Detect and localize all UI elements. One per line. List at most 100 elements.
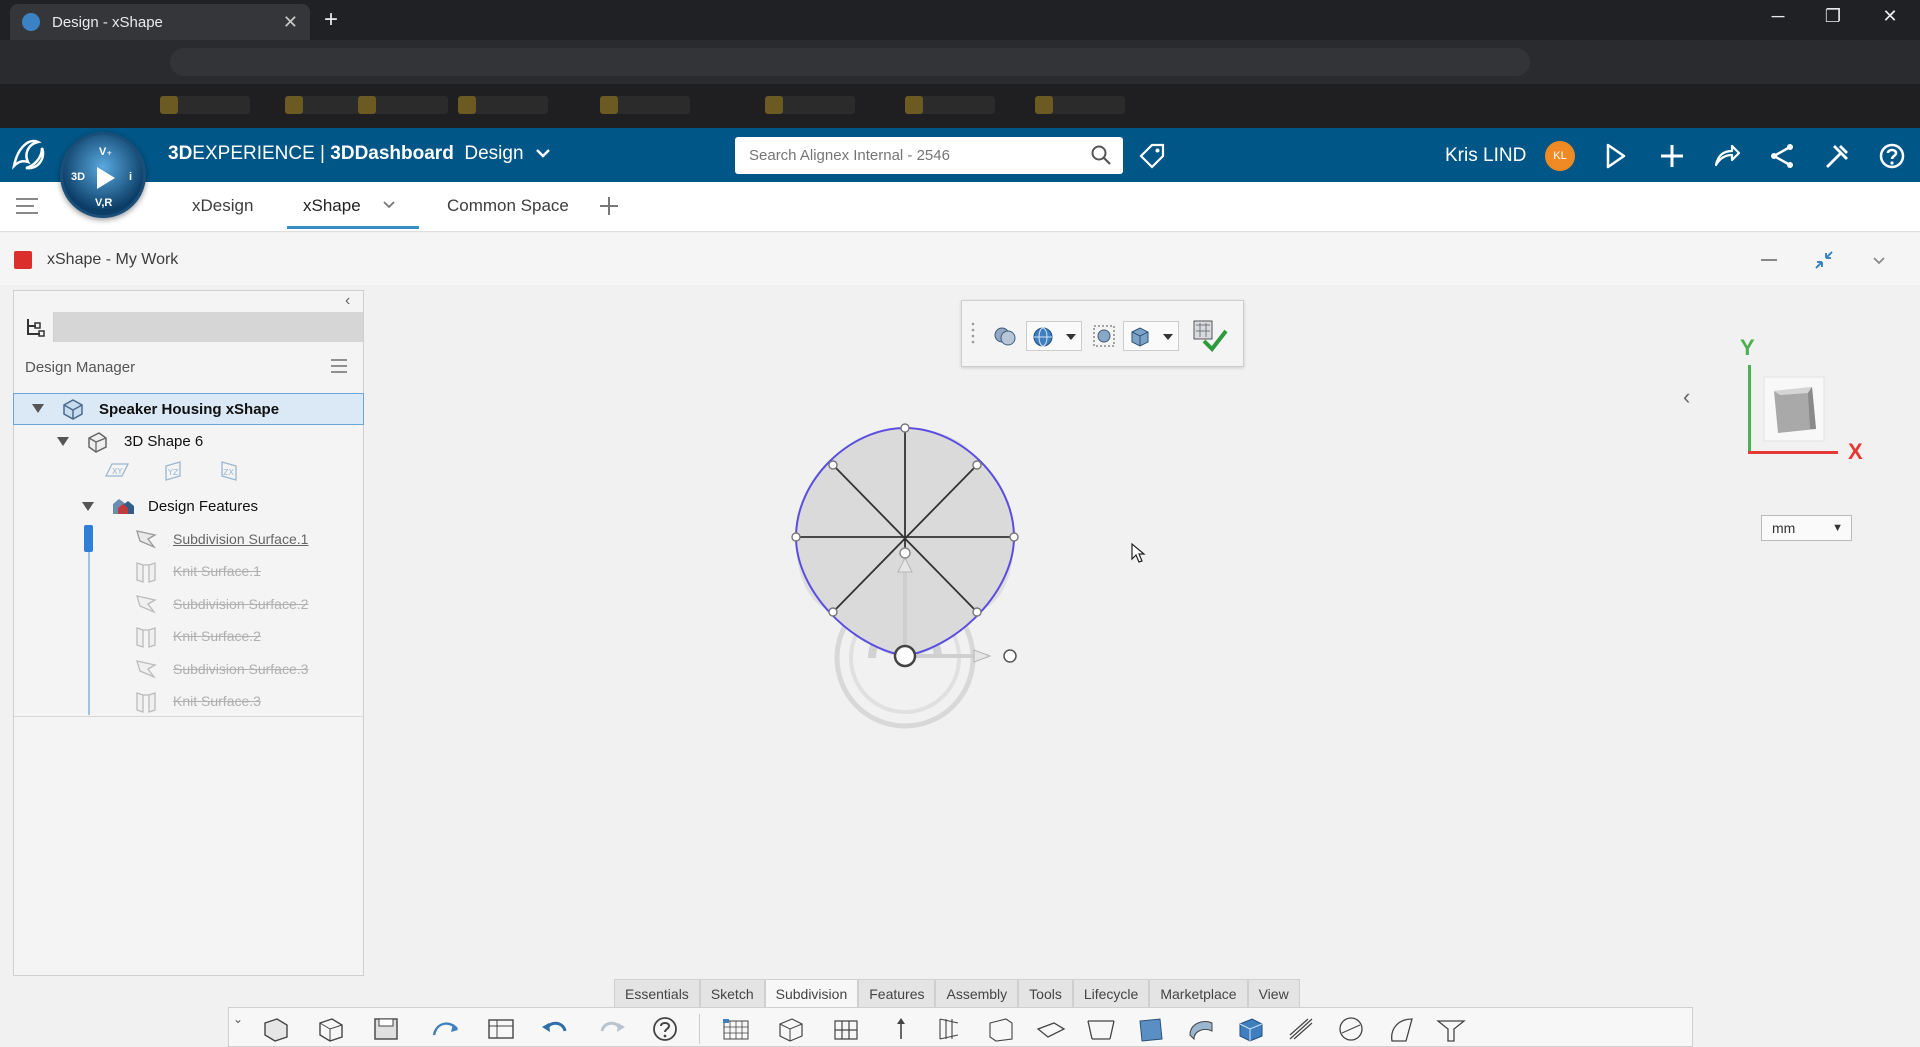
view-cube[interactable]: Y X	[1740, 335, 1870, 475]
chevron-down-icon[interactable]	[1867, 248, 1891, 272]
minimize-widget-icon[interactable]	[1757, 248, 1781, 272]
bookmark-item[interactable]	[160, 96, 250, 114]
action-tab-subdivision[interactable]: Subdivision	[764, 979, 859, 1007]
chevron-down-icon[interactable]	[535, 147, 551, 159]
expand-triangle-icon[interactable]	[82, 502, 94, 511]
tree-root-label[interactable]: Speaker Housing xShape	[99, 401, 279, 418]
feature-knit-surface-2[interactable]: Knit Surface.2	[173, 628, 261, 644]
activity-icon[interactable]	[1601, 141, 1631, 171]
collapse-widget-icon[interactable]	[1812, 248, 1836, 272]
extrude-icon[interactable]	[884, 1015, 918, 1043]
search-box[interactable]	[735, 137, 1123, 174]
restore-window-button[interactable]: ❐	[1813, 6, 1853, 27]
mesh-plane-icon[interactable]	[719, 1015, 753, 1043]
bookmark-item[interactable]	[905, 96, 995, 114]
plane-zx-icon[interactable]: ZX	[218, 460, 240, 482]
share-arrow-icon[interactable]	[1712, 141, 1742, 171]
help-icon[interactable]	[649, 1015, 683, 1043]
feature-subdivision-surface-1[interactable]: Subdivision Surface.1	[173, 531, 308, 547]
sphere-icon[interactable]	[1334, 1015, 1368, 1043]
feature-knit-surface-1[interactable]: Knit Surface.1	[173, 563, 261, 579]
symmetry-icon[interactable]	[1434, 1015, 1468, 1043]
tools-icon[interactable]	[1822, 141, 1852, 171]
new-tab-button[interactable]: +	[324, 6, 338, 34]
tag-icon[interactable]	[1138, 142, 1166, 170]
panel-menu-icon[interactable]	[330, 358, 348, 374]
drag-handle-icon[interactable]	[970, 321, 976, 347]
compass-widget[interactable]: V₊ 3D i V,R	[60, 132, 146, 218]
action-tab-marketplace[interactable]: Marketplace	[1149, 979, 1248, 1007]
search-input[interactable]	[735, 137, 1085, 174]
plane-xy-icon[interactable]: XY	[104, 460, 130, 480]
action-tab-view[interactable]: View	[1247, 979, 1300, 1007]
add-tab-icon[interactable]	[598, 195, 620, 217]
bookmark-item[interactable]	[765, 96, 855, 114]
table-icon[interactable]	[484, 1015, 518, 1043]
chevron-down-icon[interactable]: ⌄	[233, 1012, 243, 1026]
add-icon[interactable]	[1657, 141, 1687, 171]
tab-xshape[interactable]: xShape	[303, 196, 361, 216]
mesh-grid-icon[interactable]	[829, 1015, 863, 1043]
chevron-left-icon[interactable]: ‹	[1683, 384, 1690, 410]
mesh-box-icon[interactable]	[774, 1015, 808, 1043]
action-tab-features[interactable]: Features	[858, 979, 936, 1007]
rollback-bar[interactable]	[84, 525, 93, 552]
undo-icon[interactable]	[539, 1015, 573, 1043]
thicken-icon[interactable]	[1184, 1015, 1218, 1043]
platform-brand[interactable]: 3DEXPERIENCE | 3DDashboard Design	[168, 143, 551, 165]
chevron-down-icon[interactable]	[382, 200, 396, 210]
tree-shape-label[interactable]: 3D Shape 6	[124, 433, 203, 450]
section-view-icon[interactable]	[1091, 323, 1117, 349]
bookmark-item[interactable]	[458, 96, 548, 114]
unit-select[interactable]: mm	[1761, 515, 1852, 541]
box-subdivision-icon[interactable]	[314, 1015, 348, 1043]
action-tab-sketch[interactable]: Sketch	[699, 979, 765, 1007]
plane-face-icon[interactable]	[1034, 1015, 1068, 1043]
design-features-label[interactable]: Design Features	[148, 498, 258, 515]
feature-knit-surface-3[interactable]: Knit Surface.3	[173, 693, 261, 709]
browser-tab[interactable]: Design - xShape ✕	[10, 4, 310, 40]
loft-icon[interactable]	[934, 1015, 968, 1043]
collapse-panel-icon[interactable]: ‹	[345, 292, 350, 310]
url-field[interactable]	[170, 48, 1530, 76]
view-orientation-dropdown[interactable]	[1123, 321, 1179, 351]
search-icon[interactable]	[1091, 145, 1111, 165]
view-cube-icon[interactable]	[1760, 373, 1830, 445]
freeform-icon[interactable]	[1384, 1015, 1418, 1043]
render-mode-dropdown[interactable]	[1026, 321, 1082, 351]
social-share-icon[interactable]	[1767, 141, 1797, 171]
help-icon[interactable]	[1877, 141, 1907, 171]
action-tab-essentials[interactable]: Essentials	[614, 979, 700, 1007]
close-tab-icon[interactable]: ✕	[283, 12, 298, 33]
redo-icon[interactable]	[594, 1015, 628, 1043]
bridge-icon[interactable]	[1084, 1015, 1118, 1043]
expand-triangle-icon[interactable]	[57, 437, 69, 446]
feature-subdivision-surface-3[interactable]: Subdivision Surface.3	[173, 661, 308, 677]
subdivision-model[interactable]	[760, 400, 1060, 760]
action-tab-tools[interactable]: Tools	[1018, 979, 1073, 1007]
ds-logo-icon[interactable]	[8, 136, 48, 182]
action-tab-assembly[interactable]: Assembly	[935, 979, 1019, 1007]
solid-box-icon[interactable]	[1234, 1015, 1268, 1043]
display-style-icon[interactable]	[992, 323, 1018, 349]
accept-subdivision-icon[interactable]	[1190, 317, 1230, 353]
tab-common-space[interactable]: Common Space	[447, 196, 569, 216]
expand-triangle-icon[interactable]	[32, 404, 44, 413]
action-tab-lifecycle[interactable]: Lifecycle	[1072, 979, 1150, 1007]
bookmark-item[interactable]	[600, 96, 690, 114]
save-icon[interactable]	[369, 1015, 403, 1043]
menu-icon[interactable]	[14, 196, 40, 216]
primitive-icon[interactable]	[259, 1015, 293, 1043]
mirror-face-icon[interactable]	[1134, 1015, 1168, 1043]
face-icon[interactable]	[984, 1015, 1018, 1043]
bookmark-item[interactable]	[1035, 96, 1125, 114]
feature-subdivision-surface-2[interactable]: Subdivision Surface.2	[173, 596, 308, 612]
bookmark-item[interactable]	[358, 96, 448, 114]
minimize-window-button[interactable]: ─	[1758, 6, 1798, 27]
tab-xdesign[interactable]: xDesign	[192, 196, 253, 216]
crease-icon[interactable]	[1284, 1015, 1318, 1043]
close-window-button[interactable]: ✕	[1870, 6, 1910, 27]
user-avatar[interactable]: KL	[1545, 141, 1575, 171]
user-name[interactable]: Kris LIND	[1445, 145, 1526, 167]
transform-icon[interactable]	[429, 1015, 463, 1043]
